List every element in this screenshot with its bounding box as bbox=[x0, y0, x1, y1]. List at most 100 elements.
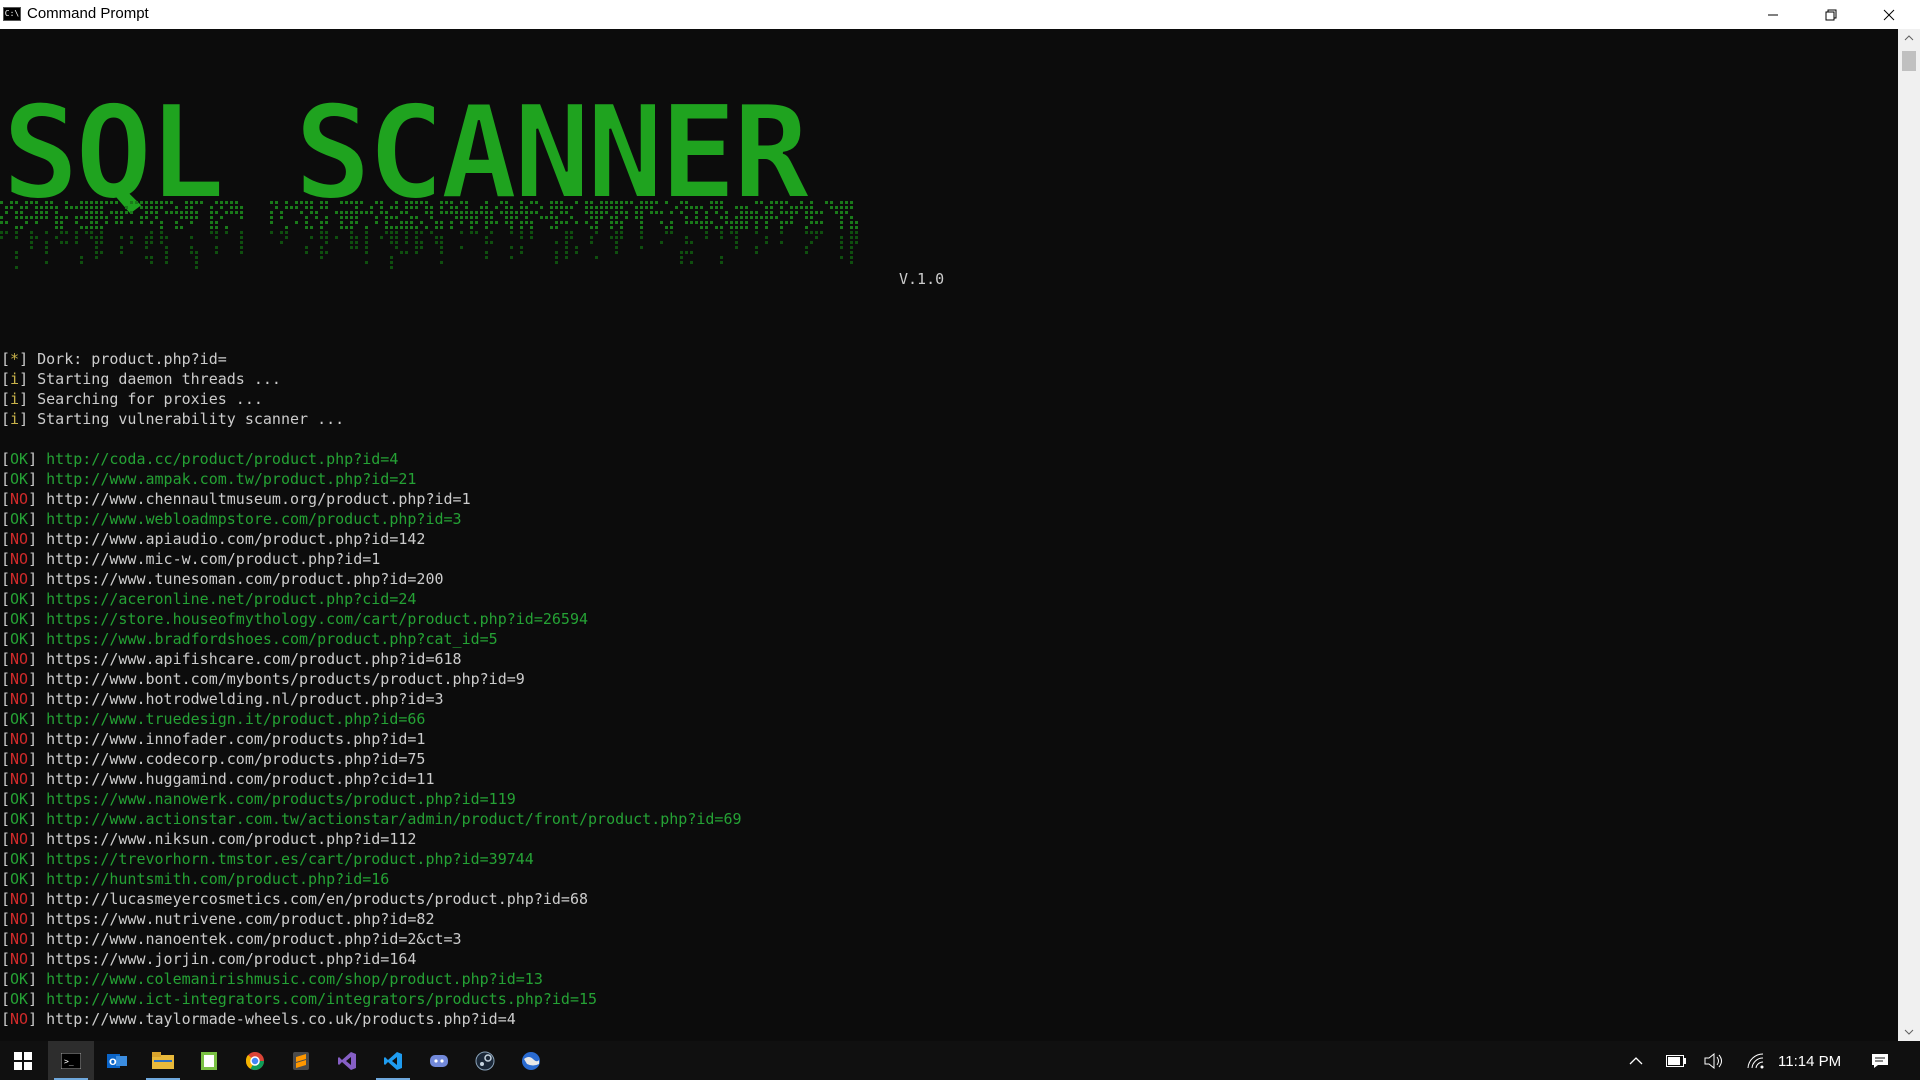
drip-pixel bbox=[840, 226, 843, 229]
drip-pixel bbox=[840, 206, 843, 209]
drip-pixel bbox=[280, 211, 283, 214]
visual-studio-icon[interactable] bbox=[324, 1041, 370, 1080]
taskbar-cmd-button[interactable]: >_ bbox=[48, 1041, 94, 1080]
wifi-icon[interactable] bbox=[1744, 1041, 1768, 1080]
result-row: [NO] https://www.jorjin.com/product.php?… bbox=[1, 949, 742, 969]
drip-pixel bbox=[520, 206, 523, 209]
drip-pixel bbox=[700, 221, 703, 224]
scrollbar-thumb[interactable] bbox=[1902, 51, 1916, 71]
battery-icon[interactable] bbox=[1664, 1041, 1688, 1080]
drip-pixel bbox=[55, 236, 58, 239]
drip-pixel bbox=[215, 221, 218, 224]
drip-pixel bbox=[395, 236, 398, 239]
close-button[interactable] bbox=[1860, 0, 1918, 29]
result-url: http://www.codecorp.com/products.php?id=… bbox=[46, 750, 426, 768]
scroll-up-arrow-icon[interactable] bbox=[1898, 29, 1920, 47]
drip-pixel bbox=[350, 236, 353, 239]
chrome-icon[interactable] bbox=[232, 1041, 278, 1080]
drip-pixel bbox=[145, 236, 148, 239]
console-output[interactable]: SQL SCANNER V.1.0 [*] Dork: product.php?… bbox=[0, 29, 1898, 1041]
drip-pixel bbox=[405, 236, 408, 239]
vscode-icon[interactable] bbox=[370, 1041, 416, 1080]
drip-pixel bbox=[625, 201, 628, 204]
outlook-icon[interactable]: O bbox=[94, 1041, 140, 1080]
vertical-scrollbar[interactable] bbox=[1898, 29, 1920, 1041]
drip-pixel bbox=[305, 221, 308, 224]
drip-pixel bbox=[340, 226, 343, 229]
drip-pixel bbox=[65, 231, 68, 234]
drip-pixel bbox=[165, 201, 168, 204]
drip-pixel bbox=[705, 221, 708, 224]
drip-pixel bbox=[15, 231, 18, 234]
notepad-plus-icon[interactable] bbox=[186, 1041, 232, 1080]
drip-pixel bbox=[195, 251, 198, 254]
result-url: http://www.innofader.com/products.php?id… bbox=[46, 730, 426, 748]
restore-button[interactable] bbox=[1802, 0, 1860, 29]
drip-pixel bbox=[650, 206, 653, 209]
sublime-text-icon[interactable] bbox=[278, 1041, 324, 1080]
drip-pixel bbox=[645, 206, 648, 209]
drip-pixel bbox=[825, 201, 828, 204]
drip-pixel bbox=[285, 201, 288, 204]
bracket: ] bbox=[28, 810, 47, 828]
drip-pixel bbox=[785, 201, 788, 204]
drip-pixel bbox=[530, 201, 533, 204]
steam-icon[interactable] bbox=[462, 1041, 508, 1080]
info-tag: * bbox=[10, 350, 20, 368]
action-center-icon[interactable] bbox=[1866, 1041, 1894, 1080]
drip-pixel bbox=[240, 231, 243, 234]
drip-pixel bbox=[140, 206, 143, 209]
drip-pixel bbox=[350, 246, 353, 249]
volume-icon[interactable] bbox=[1702, 1041, 1726, 1080]
scroll-down-arrow-icon[interactable] bbox=[1898, 1023, 1920, 1041]
drip-pixel bbox=[855, 221, 858, 224]
drip-pixel bbox=[350, 221, 353, 224]
drip-pixel bbox=[810, 211, 813, 214]
drip-pixel bbox=[15, 256, 18, 259]
drip-pixel bbox=[620, 236, 623, 239]
result-row: [NO] http://lucasmeyercosmetics.com/en/p… bbox=[1, 889, 742, 909]
drip-pixel bbox=[150, 201, 153, 204]
drip-pixel bbox=[415, 241, 418, 244]
drip-pixel bbox=[415, 226, 418, 229]
drip-pixel bbox=[710, 201, 713, 204]
file-explorer-icon[interactable] bbox=[140, 1041, 186, 1080]
drip-pixel bbox=[65, 241, 68, 244]
start-icon[interactable] bbox=[0, 1041, 46, 1080]
drip-pixel bbox=[520, 211, 523, 214]
drip-pixel bbox=[680, 211, 683, 214]
bracket: [ bbox=[1, 890, 11, 908]
drip-pixel bbox=[215, 246, 218, 249]
drip-pixel bbox=[840, 241, 843, 244]
browser-globe-icon[interactable] bbox=[508, 1041, 554, 1080]
discord-icon[interactable] bbox=[416, 1041, 462, 1080]
drip-pixel bbox=[35, 221, 38, 224]
bracket: [ bbox=[1, 550, 11, 568]
result-row: [NO] http://www.chennaultmuseum.org/prod… bbox=[1, 489, 742, 509]
drip-pixel bbox=[365, 236, 368, 239]
drip-pixel bbox=[455, 211, 458, 214]
drip-pixel bbox=[350, 241, 353, 244]
drip-pixel bbox=[450, 221, 453, 224]
drip-pixel bbox=[575, 246, 578, 249]
drip-pixel bbox=[85, 206, 88, 209]
status-tag: NO bbox=[10, 910, 29, 928]
drip-pixel bbox=[840, 221, 843, 224]
drip-pixel bbox=[685, 236, 688, 239]
result-url: http://coda.cc/product/product.php?id=4 bbox=[46, 450, 399, 468]
drip-pixel bbox=[485, 236, 488, 239]
drip-pixel bbox=[390, 261, 393, 264]
taskbar-clock[interactable]: 11:14 PM bbox=[1778, 1053, 1841, 1070]
drip-pixel bbox=[415, 246, 418, 249]
drip-pixel bbox=[195, 216, 198, 219]
drip-pixel bbox=[115, 201, 118, 204]
drip-pixel bbox=[345, 226, 348, 229]
title-bar: C:\ Command Prompt bbox=[0, 0, 1920, 29]
result-row: [OK] http://huntsmith.com/product.php?id… bbox=[1, 869, 742, 889]
drip-pixel bbox=[685, 201, 688, 204]
drip-pixel bbox=[120, 211, 123, 214]
bracket: [ bbox=[1, 810, 11, 828]
tray-chevron-up-icon[interactable] bbox=[1624, 1041, 1648, 1080]
drip-pixel bbox=[755, 201, 758, 204]
minimize-button[interactable] bbox=[1744, 0, 1802, 29]
